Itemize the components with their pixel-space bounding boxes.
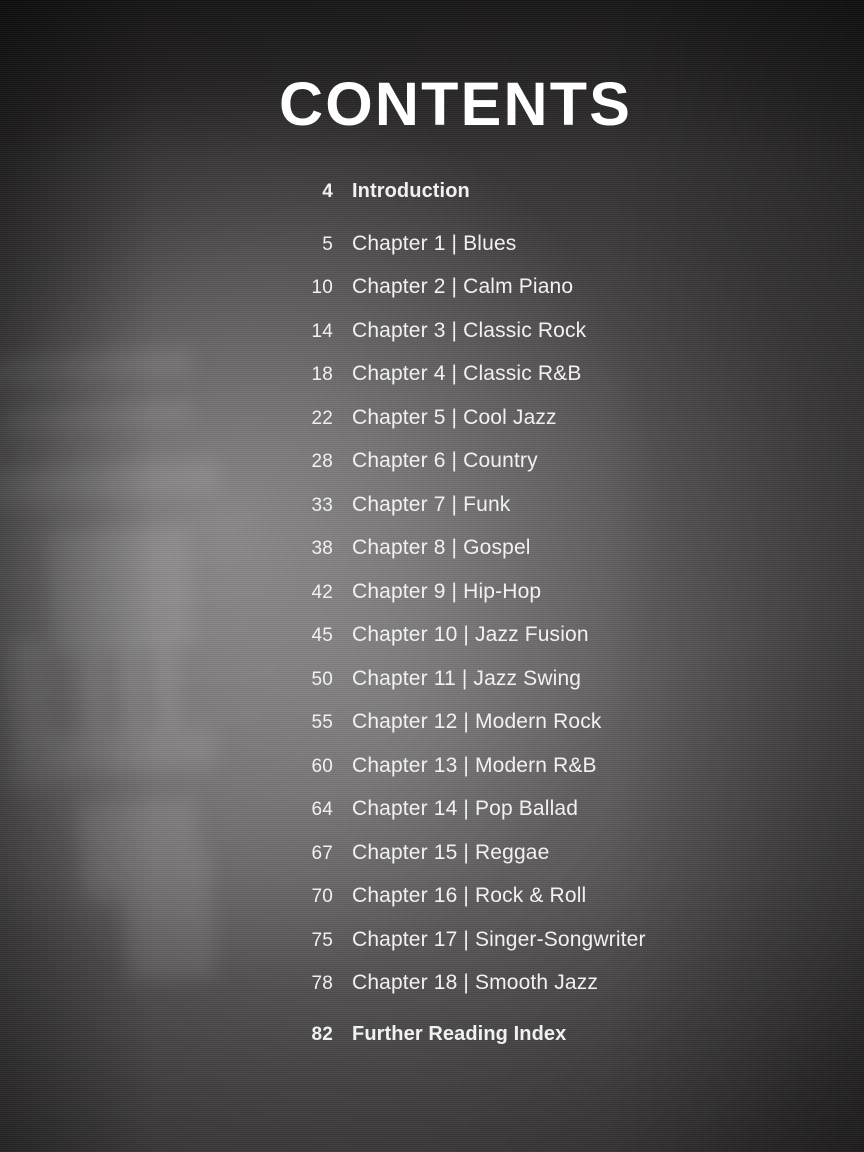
- toc-page-number: 75: [311, 929, 333, 951]
- toc-page-number: 78: [311, 973, 333, 994]
- toc-entry-label: Chapter 5 | Cool Jazz: [352, 405, 557, 429]
- table-of-contents-list: 4 Introduction 5 Chapter 1 | Blues 10 Chapter…: [0, 180, 864, 1066]
- toc-page-number: 4: [322, 181, 333, 202]
- toc-page-number: 50: [311, 668, 333, 690]
- toc-row[interactable]: 38 Chapter 8 | Gospel: [0, 536, 864, 580]
- toc-row[interactable]: 10 Chapter 2 | Calm Piano: [0, 275, 864, 319]
- toc-entry-label: Chapter 17 | Singer-Songwriter: [352, 927, 646, 951]
- toc-page-number: 55: [311, 712, 333, 733]
- toc-entry-label: Chapter 6 | Country: [352, 449, 538, 472]
- toc-row[interactable]: 55 Chapter 12 | Modern Rock: [0, 710, 864, 754]
- toc-entry-label: Chapter 14 | Pop Ballad: [352, 797, 579, 820]
- page-title: CONTENTS: [279, 70, 633, 138]
- toc-row[interactable]: 78 Chapter 18 | Smooth Jazz: [0, 971, 864, 1015]
- toc-page-number: 10: [311, 277, 333, 298]
- toc-page-number: 42: [311, 581, 333, 603]
- toc-page-number: 18: [311, 364, 333, 385]
- toc-entry-label: Chapter 10 | Jazz Fusion: [352, 623, 589, 646]
- toc-row[interactable]: 60 Chapter 13 | Modern R&B: [0, 754, 864, 798]
- toc-entry-label: Chapter 15 | Reggae: [352, 840, 550, 864]
- toc-row[interactable]: 4 Introduction: [0, 180, 864, 224]
- toc-page-number: 70: [311, 886, 333, 907]
- toc-page-number: 14: [311, 320, 333, 342]
- toc-entry-label: Chapter 16 | Rock & Roll: [352, 884, 587, 907]
- page-content: CONTENTS 4 Introduction 5 Chapter 1 | Blues…: [0, 0, 864, 1152]
- toc-entry-label: Chapter 11 | Jazz Swing: [352, 666, 582, 690]
- toc-row[interactable]: 18 Chapter 4 | Classic R&B: [0, 362, 864, 406]
- toc-page-number: 22: [311, 407, 333, 429]
- toc-row[interactable]: 70 Chapter 16 | Rock & Roll: [0, 884, 864, 928]
- toc-row[interactable]: 33 Chapter 7 | Funk: [0, 493, 864, 537]
- toc-row[interactable]: 42 Chapter 9 | Hip-Hop: [0, 580, 864, 624]
- toc-entry-label: Chapter 8 | Gospel: [352, 536, 531, 559]
- toc-page-number: 67: [311, 842, 333, 864]
- toc-page-number: 28: [311, 451, 333, 472]
- toc-row[interactable]: 64 Chapter 14 | Pop Ballad: [0, 797, 864, 841]
- toc-page-number: 45: [311, 625, 333, 646]
- toc-row[interactable]: 45 Chapter 10 | Jazz Fusion: [0, 623, 864, 667]
- toc-entry-label: Chapter 12 | Modern Rock: [352, 710, 602, 733]
- toc-row[interactable]: 75 Chapter 17 | Singer-Songwriter: [0, 928, 864, 972]
- toc-row[interactable]: 82 Further Reading Index: [0, 1023, 864, 1067]
- toc-entry-label: Chapter 7 | Funk: [352, 492, 511, 516]
- toc-entry-label: Introduction: [352, 180, 470, 202]
- toc-entry-label: Further Reading Index: [352, 1022, 567, 1045]
- toc-entry-label: Chapter 4 | Classic R&B: [352, 362, 582, 385]
- toc-entry-label: Chapter 9 | Hip-Hop: [352, 579, 542, 603]
- toc-entry-label: Chapter 1 | Blues: [352, 231, 517, 255]
- toc-entry-label: Chapter 18 | Smooth Jazz: [352, 971, 599, 994]
- toc-page-number: 82: [311, 1023, 333, 1045]
- toc-row[interactable]: 14 Chapter 3 | Classic Rock: [0, 319, 864, 363]
- toc-row[interactable]: 50 Chapter 11 | Jazz Swing: [0, 667, 864, 711]
- toc-entry-label: Chapter 2 | Calm Piano: [352, 275, 574, 298]
- toc-page-number: 33: [311, 494, 333, 516]
- toc-entry-label: Chapter 13 | Modern R&B: [352, 753, 597, 777]
- toc-entry-label: Chapter 3 | Classic Rock: [352, 318, 587, 342]
- toc-page-number: 64: [311, 799, 333, 820]
- toc-row[interactable]: 28 Chapter 6 | Country: [0, 449, 864, 493]
- toc-page-number: 60: [311, 755, 333, 777]
- toc-page-number: 38: [311, 538, 333, 559]
- toc-row[interactable]: 5 Chapter 1 | Blues: [0, 232, 864, 276]
- toc-row[interactable]: 22 Chapter 5 | Cool Jazz: [0, 406, 864, 450]
- contents-page: CONTENTS 4 Introduction 5 Chapter 1 | Blues…: [0, 0, 864, 1152]
- toc-row[interactable]: 67 Chapter 15 | Reggae: [0, 841, 864, 885]
- toc-page-number: 5: [322, 233, 333, 255]
